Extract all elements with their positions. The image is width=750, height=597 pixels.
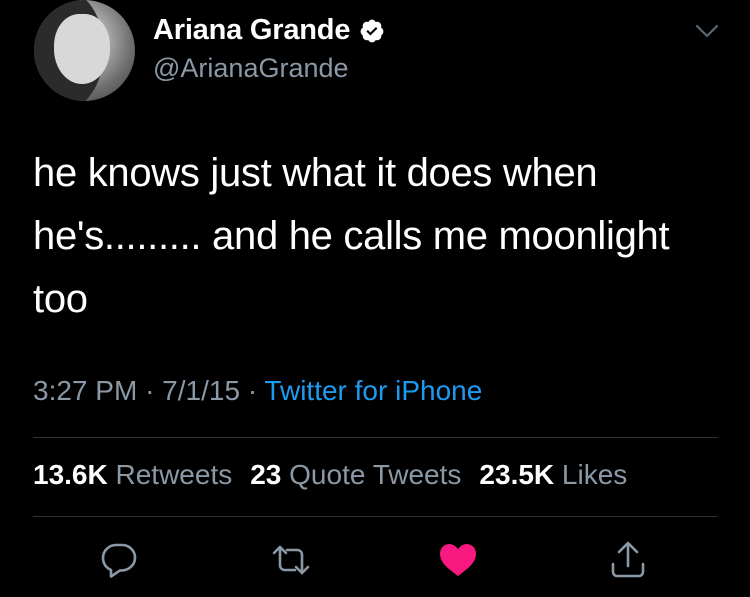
retweets-label: Retweets [115,459,233,490]
author-handle[interactable]: @ArianaGrande [153,53,349,84]
avatar[interactable] [34,0,135,101]
quotes-count: 23 [250,459,282,490]
likes-count: 23.5K [479,459,555,490]
tweet-time[interactable]: 3:27 PM [33,375,137,406]
author-name-row[interactable]: Ariana Grande [153,14,385,47]
likes-stat[interactable]: 23.5K Likes [479,459,627,490]
divider [33,516,718,517]
like-icon[interactable] [438,540,478,580]
verified-badge-icon [360,19,384,42]
retweets-stat[interactable]: 13.6K Retweets [33,459,232,490]
quotes-label: Quote Tweets [289,459,462,490]
retweets-count: 13.6K [33,459,108,490]
tweet-line: too [33,277,88,321]
divider [33,437,718,438]
avatar-face [54,14,110,84]
meta-separator: · [145,375,155,406]
reply-icon[interactable] [99,540,139,580]
author-name[interactable]: Ariana Grande [153,14,350,47]
tweet-date[interactable]: 7/1/15 [162,375,240,406]
tweet-stats: 13.6K Retweets 23 Quote Tweets 23.5K Likes [33,459,627,491]
quotes-stat[interactable]: 23 Quote Tweets [250,459,461,490]
tweet-source-link[interactable]: Twitter for iPhone [264,375,482,406]
tweet-line: he knows just what it does when [33,151,598,195]
tweet-text: he knows just what it does when he's....… [33,142,723,331]
tweet-line: he's......... and he calls me moonlight [33,214,670,258]
likes-label: Likes [561,459,628,490]
chevron-down-icon[interactable] [694,22,720,40]
share-icon[interactable] [608,540,648,580]
tweet-meta: 3:27 PM · 7/1/15 · Twitter for iPhone [33,375,482,407]
retweet-icon[interactable] [271,540,311,580]
meta-separator: · [247,375,258,406]
